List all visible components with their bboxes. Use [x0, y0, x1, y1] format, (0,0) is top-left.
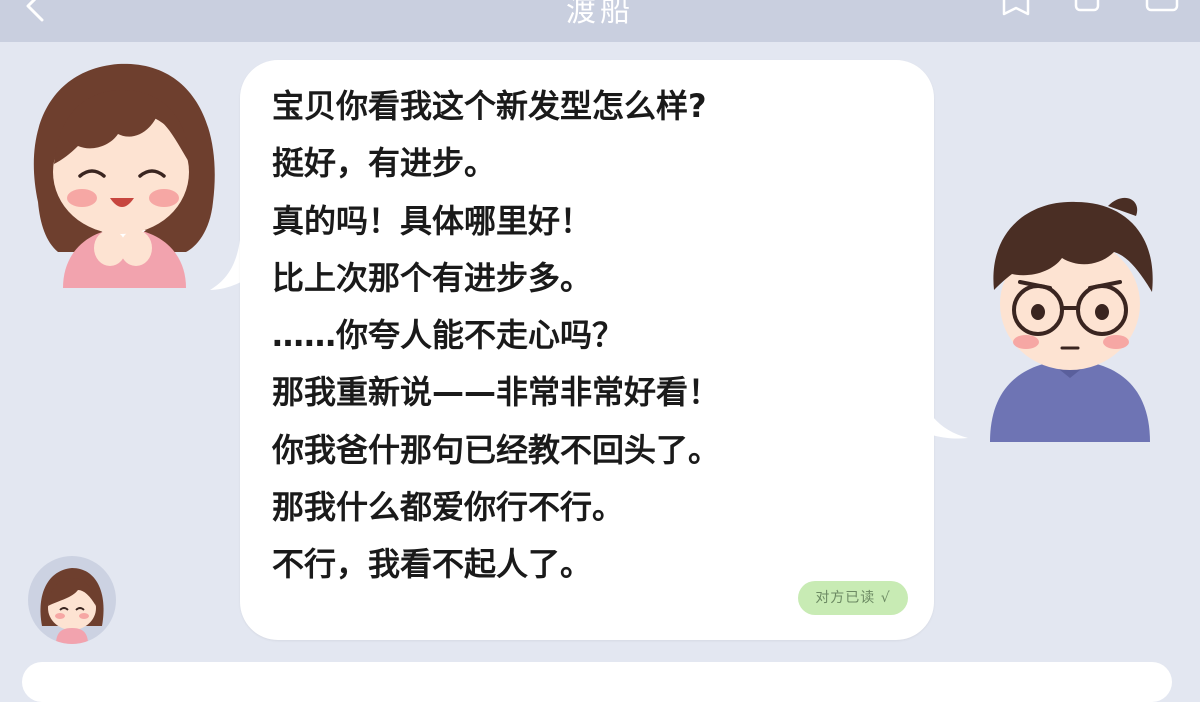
- read-status-badge: 对方已读 √: [798, 581, 908, 615]
- girl-small-avatar-icon: [40, 568, 104, 644]
- contacts-icon[interactable]: [1000, 0, 1034, 20]
- girl-avatar[interactable]: [18, 52, 228, 288]
- message-line: 宝贝你看我这个新发型怎么样?: [272, 87, 707, 125]
- message-line: 比上次那个有进步多。: [272, 258, 593, 297]
- message-line: 你我爸什那句已经教不回头了。: [272, 430, 721, 469]
- message-line: 真的吗！具体哪里好！: [272, 201, 593, 240]
- message-input-bar[interactable]: [22, 662, 1172, 702]
- message-line: ……你夸人能不走心吗？: [272, 316, 625, 355]
- user-small-avatar[interactable]: [28, 556, 116, 644]
- boy-avatar[interactable]: [958, 182, 1180, 442]
- message-line: 不行，我看不起人了。: [272, 545, 593, 584]
- chat-icon[interactable]: [1070, 0, 1104, 20]
- message-lines: 宝贝你看我这个新发型怎么样? 挺好，有进步。 真的吗！具体哪里好！ 比上次那个有…: [272, 78, 720, 594]
- top-bar: 渡船: [0, 0, 1200, 42]
- message-bubble[interactable]: 宝贝你看我这个新发型怎么样? 挺好，有进步。 真的吗！具体哪里好！ 比上次那个有…: [240, 60, 934, 640]
- message-line: 那我重新说——非常非常好看！: [272, 373, 721, 412]
- message-line: 挺好，有进步。: [272, 144, 497, 183]
- message-line: 那我什么都爱你行不行。: [272, 488, 625, 527]
- menu-icon[interactable]: [1145, 0, 1179, 20]
